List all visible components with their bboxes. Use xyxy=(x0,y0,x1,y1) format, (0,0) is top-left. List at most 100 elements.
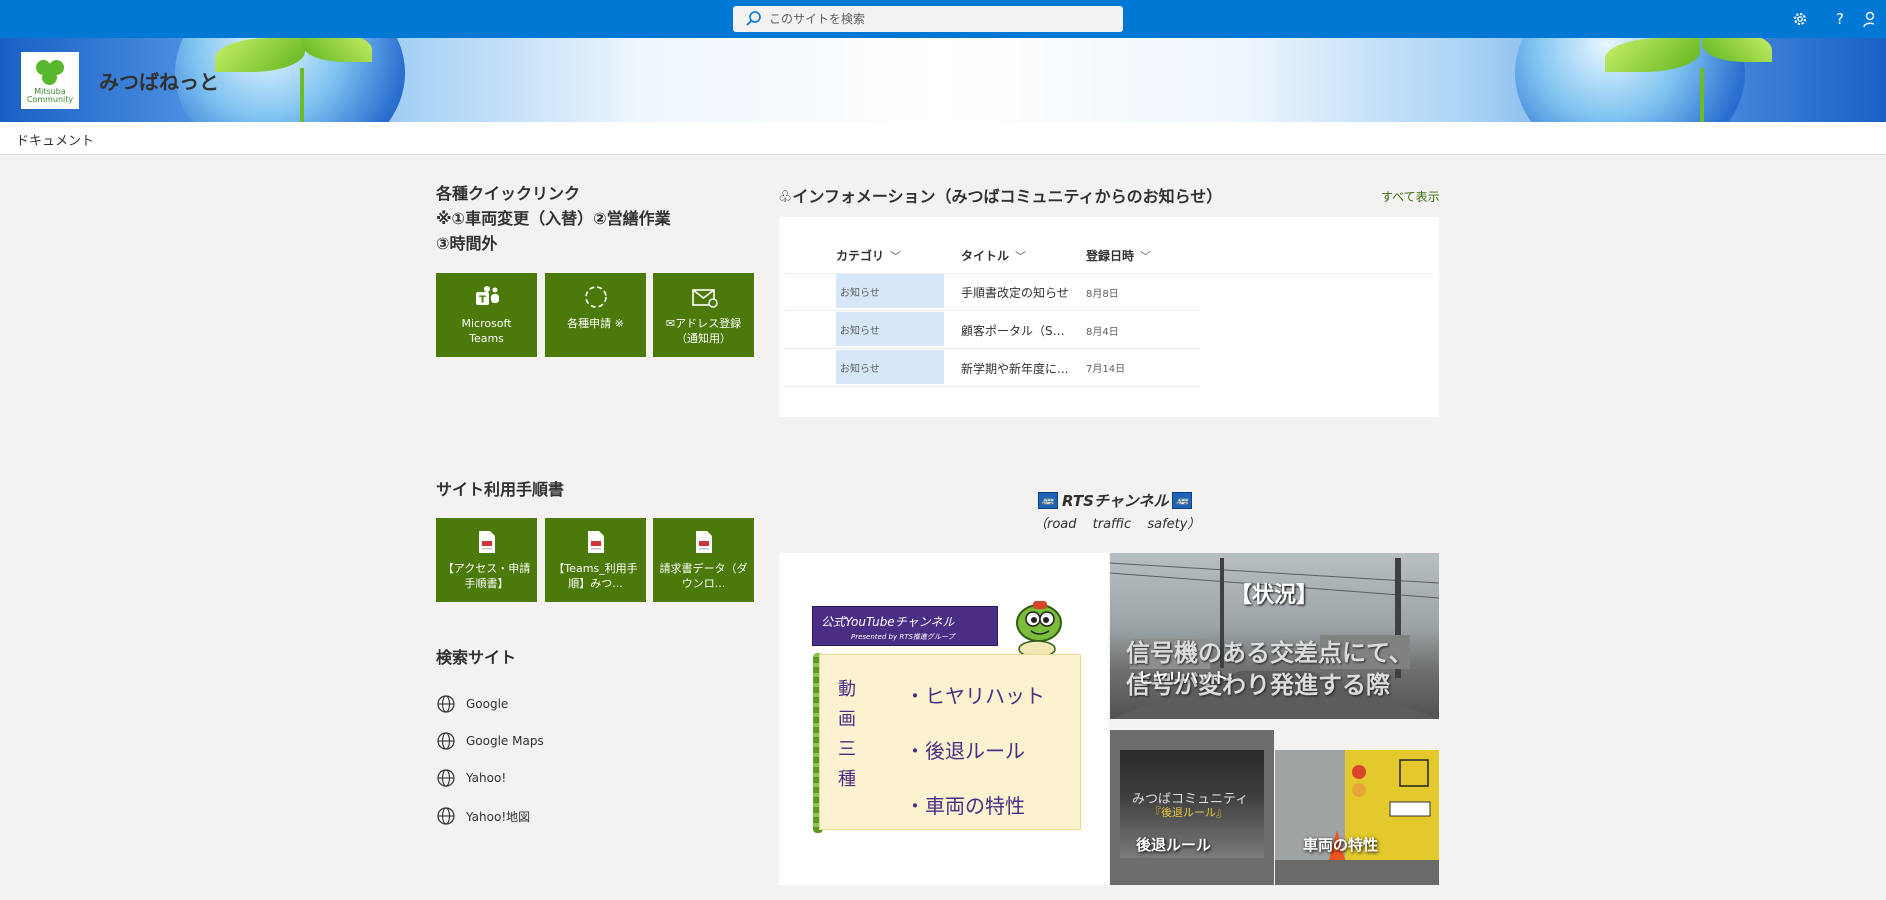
turtle-mascot-icon xyxy=(1007,593,1065,659)
rts-title: 🚌 RTSチャンネル 🚌 xyxy=(1034,490,1196,511)
quicklinks-title: 各種クイックリンク ※①車両変更（入替）②営繕作業 ③時間外 xyxy=(436,181,671,256)
manuals-title: サイト利用手順書 xyxy=(436,480,565,499)
info-list: カテゴリ ﹀ タイトル ﹀ 登録日時 ﹀ お知らせ 手順書改定の知らせ 8月8日 お知… xyxy=(779,217,1439,417)
bus-icon: 🚌 xyxy=(1172,492,1193,509)
quicklink-teams[interactable]: T Microsoft Teams xyxy=(436,273,537,357)
banner-sprout-stem xyxy=(1700,68,1704,122)
link-label: Yahoo! xyxy=(466,771,507,785)
video-main-thumbnail[interactable]: 公式YouTubeチャンネル Presented by RTS推進グループ 動画… xyxy=(779,553,1109,885)
row-category: お知らせ xyxy=(836,274,944,308)
refresh-icon xyxy=(581,282,611,312)
globe-icon xyxy=(436,768,456,788)
nav-item-documents[interactable]: ドキュメント xyxy=(16,130,94,149)
link-yahoo-maps[interactable]: Yahoo!地図 xyxy=(436,806,530,826)
divider xyxy=(785,310,1200,311)
rts-title-text: RTSチャンネル xyxy=(1062,492,1169,510)
chevron-down-icon: ﹀ xyxy=(890,250,902,263)
manual-access-application[interactable]: 【アクセス・申請手順書】 xyxy=(436,518,537,602)
row-title[interactable]: 新学期や新年度に... xyxy=(961,360,1071,377)
video-caption: 車両の特性 xyxy=(1303,836,1379,854)
suite-bar: ? xyxy=(0,0,1886,38)
site-title[interactable]: みつばねっと xyxy=(99,66,219,95)
person-icon[interactable] xyxy=(1860,0,1886,38)
site-logo[interactable]: Mitsuba Community xyxy=(21,52,79,109)
scroll-vertical-text: 動画三種 xyxy=(838,679,856,790)
column-header-title[interactable]: タイトル ﹀ xyxy=(961,247,1026,264)
help-icon[interactable]: ? xyxy=(1820,0,1860,38)
chevron-down-icon: ﹀ xyxy=(1015,250,1027,263)
site-header: Mitsuba Community みつばねっと xyxy=(0,38,1886,122)
suite-icons: ? xyxy=(1780,0,1886,38)
site-search-box[interactable] xyxy=(733,6,1123,32)
logo-text: Mitsuba Community xyxy=(26,86,74,104)
link-label: Yahoo!地図 xyxy=(466,809,531,824)
video-status-text: 【状況】 xyxy=(1230,583,1319,608)
video-reverse-rule[interactable]: みつばコミュニティ 『後退ルール』 後退ルール xyxy=(1110,730,1274,885)
site-nav: ドキュメント xyxy=(0,122,1886,155)
row-date: 7月14日 xyxy=(1086,364,1126,375)
quicklinks-title-line3: ③時間外 xyxy=(436,234,498,253)
row-category: お知らせ xyxy=(836,350,944,384)
globe-icon xyxy=(436,694,456,714)
scroll-paper: 動画三種 ・ヒヤリハット ・後退ルール ・車両の特性 xyxy=(819,654,1081,830)
rts-subtitle: （road traffic safety） xyxy=(1034,517,1201,532)
manual-label: 【Teams_利用手順】みつ... xyxy=(553,562,638,590)
site-search-input[interactable] xyxy=(769,12,1099,26)
gear-icon[interactable] xyxy=(1780,0,1820,38)
link-google-maps[interactable]: Google Maps xyxy=(436,731,544,751)
link-label: Google xyxy=(466,697,509,711)
school-bus-icon xyxy=(1275,730,1439,885)
video-caption: 後退ルール xyxy=(1136,836,1212,854)
manual-teams-usage[interactable]: 【Teams_利用手順】みつ... xyxy=(545,518,646,602)
link-google[interactable]: Google xyxy=(436,694,508,714)
video-vehicle-characteristics[interactable]: 車両の特性 xyxy=(1275,730,1439,885)
row-title[interactable]: 手順書改定の知らせ xyxy=(961,284,1071,301)
link-label: Google Maps xyxy=(466,734,544,748)
video-caption: ヒヤリハット xyxy=(1138,669,1229,687)
clover-icon xyxy=(33,58,67,88)
link-yahoo[interactable]: Yahoo! xyxy=(436,768,506,788)
mail-icon xyxy=(689,282,719,312)
video-line1: 信号機のある交差点にて、 xyxy=(1126,639,1413,667)
row-date: 8月4日 xyxy=(1086,327,1119,338)
divider xyxy=(785,348,1200,349)
video-hiyari-hatto[interactable]: 【状況】 信号機のある交差点にて、 信号が変わり発進する際 ヒヤリハット xyxy=(1110,553,1439,719)
teams-icon: T xyxy=(472,282,502,312)
globe-icon xyxy=(436,731,456,751)
pdf-document-icon xyxy=(472,527,502,557)
manual-label: 【アクセス・申請手順書】 xyxy=(442,562,531,590)
pdf-document-icon xyxy=(689,527,719,557)
banner-line2: Presented by RTS推進グループ xyxy=(851,633,955,641)
quicklink-label: 各種申請 ※ xyxy=(567,317,624,330)
quicklinks-title-line1: 各種クイックリンク xyxy=(436,184,581,203)
youtube-banner: 公式YouTubeチャンネル Presented by RTS推進グループ xyxy=(812,606,998,646)
banner-line1: 公式YouTubeチャンネル xyxy=(821,615,955,629)
row-date: 8月8日 xyxy=(1086,289,1119,300)
search-icon xyxy=(743,8,765,30)
see-all-link[interactable]: すべて表示 xyxy=(1381,188,1440,205)
quicklink-label: Microsoft Teams xyxy=(461,317,512,345)
scroll-item: ・ヒヤリハット xyxy=(905,684,1045,708)
pdf-document-icon xyxy=(581,527,611,557)
column-header-category[interactable]: カテゴリ ﹀ xyxy=(836,247,901,264)
search-sites-title: 検索サイト xyxy=(436,648,517,667)
scroll-item: ・車両の特性 xyxy=(905,794,1025,818)
column-header-date[interactable]: 登録日時 ﹀ xyxy=(1086,247,1151,264)
bus-icon: 🚌 xyxy=(1038,492,1058,509)
divider xyxy=(785,386,1200,387)
globe-icon xyxy=(436,806,456,826)
manual-invoice-data[interactable]: 請求書データ（ダウンロ... xyxy=(653,518,754,602)
row-category: お知らせ xyxy=(836,312,944,346)
chevron-down-icon: ﹀ xyxy=(1140,250,1152,263)
info-title: ♧インフォメーション（みつばコミュニティからのお知らせ） xyxy=(778,187,1223,206)
row-title[interactable]: 顧客ポータル（Sh... xyxy=(961,322,1071,339)
quicklink-label: ✉アドレス登録（通知用） xyxy=(665,317,742,345)
svg-text:T: T xyxy=(479,295,486,306)
video-inner-subtitle: 『後退ルール』 xyxy=(1150,806,1227,819)
banner-sprout-stem xyxy=(300,68,304,122)
quicklink-applications[interactable]: 各種申請 ※ xyxy=(545,273,646,357)
quicklink-address-registration[interactable]: ✉アドレス登録（通知用） xyxy=(653,273,754,357)
quicklinks-title-line2: ※①車両変更（入替）②営繕作業 xyxy=(436,209,671,228)
manual-label: 請求書データ（ダウンロ... xyxy=(659,562,748,590)
scroll-item: ・後退ルール xyxy=(905,739,1025,763)
